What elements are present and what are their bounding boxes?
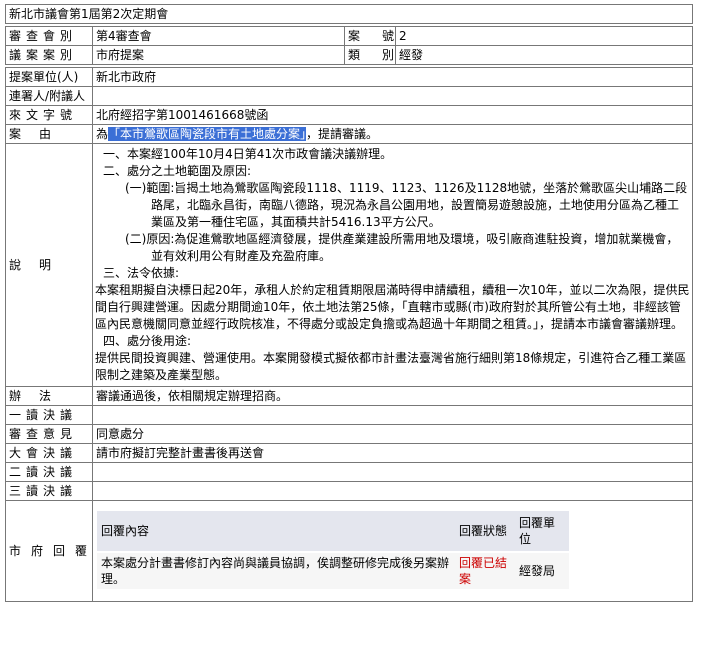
proposer-row: 提案單位(人) 新北市政府 [5, 67, 693, 87]
method-value: 審議通過後，依相關規定辦理招商。 [96, 389, 289, 403]
session-title: 新北市議會第1屆第2次定期會 [9, 7, 169, 21]
second-reading-value [93, 463, 692, 481]
doc-no-row: 來文字號 北府經招字第1001461668號函 [5, 106, 693, 125]
second-reading-row: 二讀決議 [5, 463, 693, 482]
third-reading-row: 三讀決議 [5, 482, 693, 501]
case-type-row: 議案案別 市府提案 類別 經發 [5, 46, 693, 65]
explanation-line: 本案租期擬自決標日起20年，承租人於約定租賃期限屆滿時得申請續租，續租一次10年… [95, 283, 690, 331]
session-title-row: 新北市議會第1屆第2次定期會 [5, 4, 693, 24]
proposer-value: 新北市政府 [96, 70, 157, 84]
proposer-label: 提案單位(人) [6, 68, 93, 86]
review-opinion-label: 審查意見 [6, 425, 93, 443]
case-type-value: 市府提案 [96, 48, 145, 62]
first-reading-label: 一讀決議 [6, 406, 93, 424]
reply-table: 回覆內容 回覆狀態 回覆單位 本案處分計畫書修訂內容尚與議員協調，俟調整研修完成… [97, 511, 569, 589]
first-reading-row: 一讀決議 [5, 406, 693, 425]
reply-header-row: 回覆內容 回覆狀態 回覆單位 [97, 511, 569, 553]
reply-content-header: 回覆內容 [97, 511, 455, 553]
cosigner-value [93, 87, 692, 105]
explanation-body: 一、本案經100年10月4日第41次市政會議決議辦理。 二、處分之土地範圍及原因… [93, 144, 692, 386]
third-reading-value [93, 482, 692, 500]
gov-reply-container: 回覆內容 回覆狀態 回覆單位 本案處分計畫書修訂內容尚與議員協調，俟調整研修完成… [93, 501, 692, 601]
reply-unit-header: 回覆單位 [515, 511, 569, 553]
third-reading-label: 三讀決議 [6, 482, 93, 500]
committee-value: 第4審查會 [96, 29, 152, 43]
case-no-value: 2 [399, 29, 407, 43]
explanation-line: 一、本案經100年10月4日第41次市政會議決議辦理。 [103, 147, 393, 161]
reply-status-header: 回覆狀態 [455, 511, 515, 553]
reason-value: 為「本市鶯歌區陶瓷段市有土地處分案」，提請審議。 [93, 125, 692, 143]
reply-row: 本案處分計畫書修訂內容尚與議員協調，俟調整研修完成後另案辦理。 回覆已結案 經發… [97, 553, 569, 589]
general-assembly-value: 請市府擬訂完整計畫書後再送會 [96, 446, 265, 460]
reason-prefix: 為 [96, 127, 109, 141]
review-opinion-row: 審查意見 同意處分 [5, 425, 693, 444]
method-label: 辦法 [6, 387, 93, 405]
explanation-line: 四、處分後用途: [103, 334, 192, 348]
explanation-line: 三、法令依據: [103, 266, 180, 280]
committee-label: 審查會別 [6, 27, 93, 45]
method-row: 辦法 審議通過後，依相關規定辦理招商。 [5, 387, 693, 406]
explanation-label: 說明 [6, 144, 93, 386]
doc-no-value: 北府經招字第1001461668號函 [96, 108, 269, 122]
general-assembly-label: 大會決議 [6, 444, 93, 462]
committee-row: 審查會別 第4審查會 案號 2 [5, 26, 693, 46]
reason-highlight: 「本市鶯歌區陶瓷段市有土地處分案」 [108, 127, 307, 141]
gov-reply-label: 市府回覆 [6, 501, 93, 601]
gov-reply-row: 市府回覆 回覆內容 回覆狀態 回覆單位 本案處分計畫書修訂內容尚與議員協調，俟調… [5, 501, 693, 602]
review-opinion-value: 同意處分 [96, 427, 145, 441]
category-label: 類別 [344, 46, 396, 64]
cosigner-label: 連署人/附議人 [6, 87, 93, 105]
reply-status: 回覆已結案 [455, 553, 515, 589]
reason-label: 案由 [6, 125, 93, 143]
second-reading-label: 二讀決議 [6, 463, 93, 481]
reason-suffix: ，提請審議。 [306, 127, 379, 141]
explanation-line: (二)原因:為促進鶯歌地區經濟發展，提供產業建設所需用地及環境，吸引廠商進駐投資… [125, 232, 679, 263]
doc-no-label: 來文字號 [6, 106, 93, 124]
explanation-row: 說明 一、本案經100年10月4日第41次市政會議決議辦理。 二、處分之土地範圍… [5, 144, 693, 387]
category-value: 經發 [399, 48, 424, 62]
explanation-line: 二、處分之土地範圍及原因: [103, 164, 252, 178]
explanation-line: (一)範圍:旨揭土地為鶯歌區陶瓷段1118、1119、1123、1126及112… [125, 181, 688, 229]
case-type-label: 議案案別 [6, 46, 93, 64]
cosigner-row: 連署人/附議人 [5, 87, 693, 106]
general-assembly-row: 大會決議 請市府擬訂完整計畫書後再送會 [5, 444, 693, 463]
explanation-line: 提供民間投資興建、營運使用。本案開發模式擬依都市計畫法臺灣省施行細則第18條規定… [95, 351, 687, 382]
case-no-label: 案號 [344, 27, 396, 45]
bill-record: 新北市議會第1屆第2次定期會 審查會別 第4審查會 案號 2 議案案別 市府提案… [5, 4, 693, 602]
reply-content: 本案處分計畫書修訂內容尚與議員協調，俟調整研修完成後另案辦理。 [97, 553, 455, 589]
reply-unit: 經發局 [515, 553, 569, 589]
first-reading-value [93, 406, 692, 424]
reason-row: 案由 為「本市鶯歌區陶瓷段市有土地處分案」，提請審議。 [5, 125, 693, 144]
